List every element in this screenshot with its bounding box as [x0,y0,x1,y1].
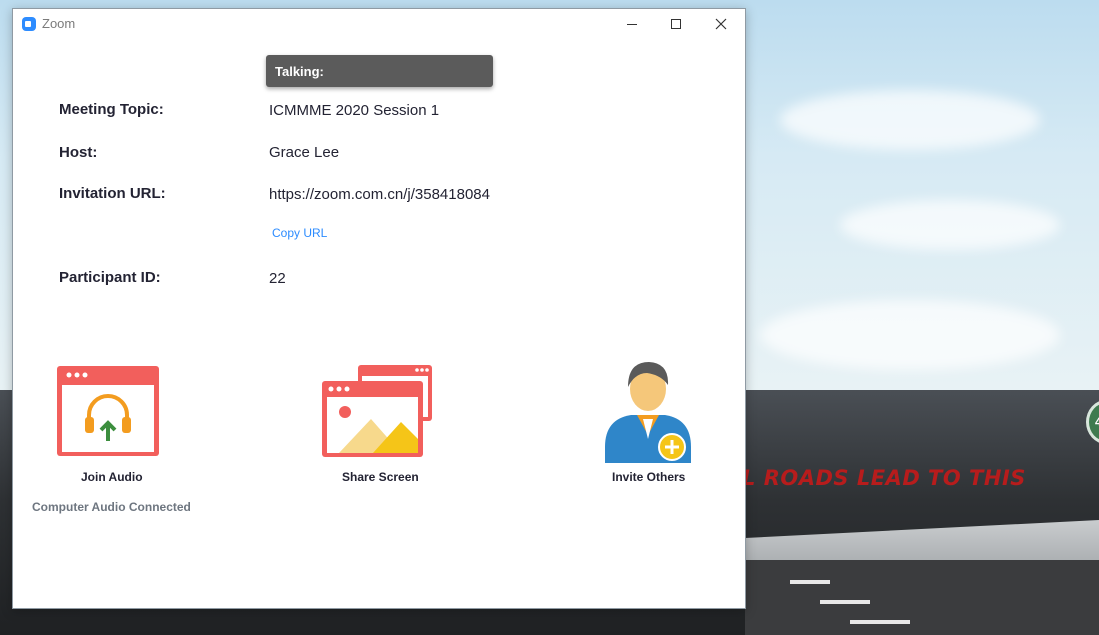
share-screen-button[interactable] [321,364,433,460]
maximize-icon [671,19,681,29]
invite-person-icon [605,362,691,463]
meeting-topic-value: ICMMME 2020 Session 1 [269,102,440,119]
desktop-tagline: L ROADS LEAD TO THIS [742,466,1026,490]
share-screen-icon [322,365,432,457]
close-icon [715,18,727,30]
road-marking [790,580,830,584]
host-value: Grace Lee [269,144,340,161]
desktop-road [745,560,1099,635]
invitation-url-value: https://zoom.com.cn/j/358418084 [269,186,490,203]
zoom-window: Zoom Talking: Meeting Topic: ICMMME 2020… [12,8,746,609]
share-screen-label: Share Screen [342,470,419,484]
meeting-topic-label: Meeting Topic: [59,101,164,118]
zoom-logo-icon [22,17,36,31]
invite-others-label: Invite Others [612,470,686,484]
road-marking [820,600,870,604]
maximize-button[interactable] [654,11,698,37]
desktop-cloud [760,300,1060,370]
close-button[interactable] [699,11,743,37]
invitation-url-label: Invitation URL: [59,185,166,202]
copy-url-link[interactable]: Copy URL [272,226,327,240]
desktop-cloud [840,200,1060,250]
desktop-cloud [780,90,1040,150]
invite-others-button[interactable] [601,359,695,465]
join-audio-button[interactable] [56,365,160,459]
headphones-icon [57,366,159,456]
app-title: Zoom [42,16,76,31]
road-marking [850,620,910,624]
minimize-button[interactable] [610,11,654,37]
participant-id-value: 22 [269,270,286,287]
join-audio-label: Join Audio [81,470,143,484]
minimize-icon [627,23,637,25]
host-label: Host: [59,144,98,161]
title-bar[interactable]: Zoom [13,9,745,39]
participant-id-label: Participant ID: [59,269,161,286]
audio-status-text: Computer Audio Connected [32,500,191,514]
talking-indicator: Talking: [266,55,493,87]
